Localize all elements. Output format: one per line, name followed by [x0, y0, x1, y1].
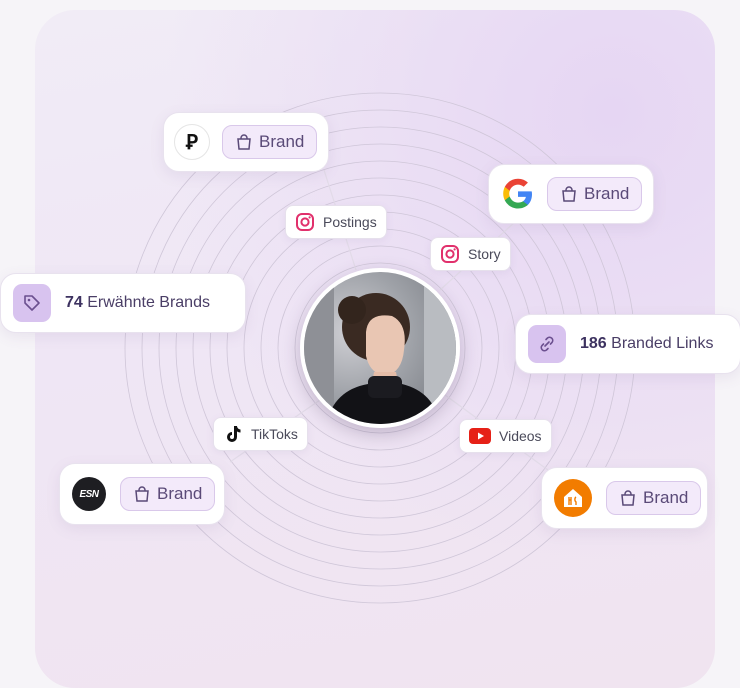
shopping-bag-icon [621, 490, 635, 506]
stat-links-label: Branded Links [606, 335, 714, 352]
brand-chip[interactable]: Brand [547, 177, 643, 211]
lieferando-logo-icon [554, 479, 592, 517]
google-logo-icon [501, 177, 535, 211]
brand-chip-label: Brand [259, 132, 305, 151]
tag-label: TikToks [251, 426, 298, 442]
brand-chip[interactable]: Brand [120, 477, 216, 511]
woman-portrait-icon [304, 272, 456, 424]
stat-links-count: 186 [580, 335, 607, 352]
tiktok-icon [227, 426, 241, 442]
brand-chip[interactable]: Brand [606, 481, 702, 515]
esn-logo-text: ESN [79, 488, 99, 500]
stat-card-brands: 74 Erwähnte Brands [0, 273, 246, 333]
stat-brands-label: Erwähnte Brands [82, 294, 210, 311]
brand-logo-letter: Ꝑ [185, 130, 199, 154]
tag-icon [13, 284, 51, 322]
stat-brands-count: 74 [65, 294, 83, 311]
link-icon [528, 325, 566, 363]
brand-chip-label: Brand [157, 484, 203, 503]
shopping-bag-icon [562, 186, 576, 202]
brand-card-esn[interactable]: ESN Brand [59, 463, 225, 525]
esn-logo-icon: ESN [72, 477, 106, 511]
tag-postings[interactable]: Postings [285, 205, 387, 239]
stat-card-links: 186 Branded Links [515, 314, 740, 374]
avatar [300, 268, 460, 428]
youtube-icon [469, 428, 491, 444]
stat-links-text: 186 Branded Links [580, 335, 713, 353]
brand-chip-label: Brand [643, 488, 689, 507]
tag-label: Videos [499, 428, 542, 444]
tag-videos[interactable]: Videos [459, 419, 552, 453]
shopping-bag-icon [135, 486, 149, 502]
tag-label: Postings [323, 214, 377, 230]
instagram-icon [296, 213, 314, 231]
brand-card-google[interactable]: Brand [488, 164, 654, 224]
brand-card-top-left[interactable]: Ꝑ Brand [163, 112, 329, 172]
tag-label: Story [468, 246, 501, 262]
brand-logo-p: Ꝑ [174, 124, 210, 160]
stat-brands-text: 74 Erwähnte Brands [65, 294, 210, 312]
brand-card-lieferando[interactable]: Brand [541, 467, 708, 529]
tag-story[interactable]: Story [430, 237, 511, 271]
brand-chip-label: Brand [584, 184, 630, 203]
shopping-bag-icon [237, 134, 251, 150]
instagram-icon [441, 245, 459, 263]
tag-tiktoks[interactable]: TikToks [213, 417, 308, 451]
brand-chip[interactable]: Brand [222, 125, 318, 159]
